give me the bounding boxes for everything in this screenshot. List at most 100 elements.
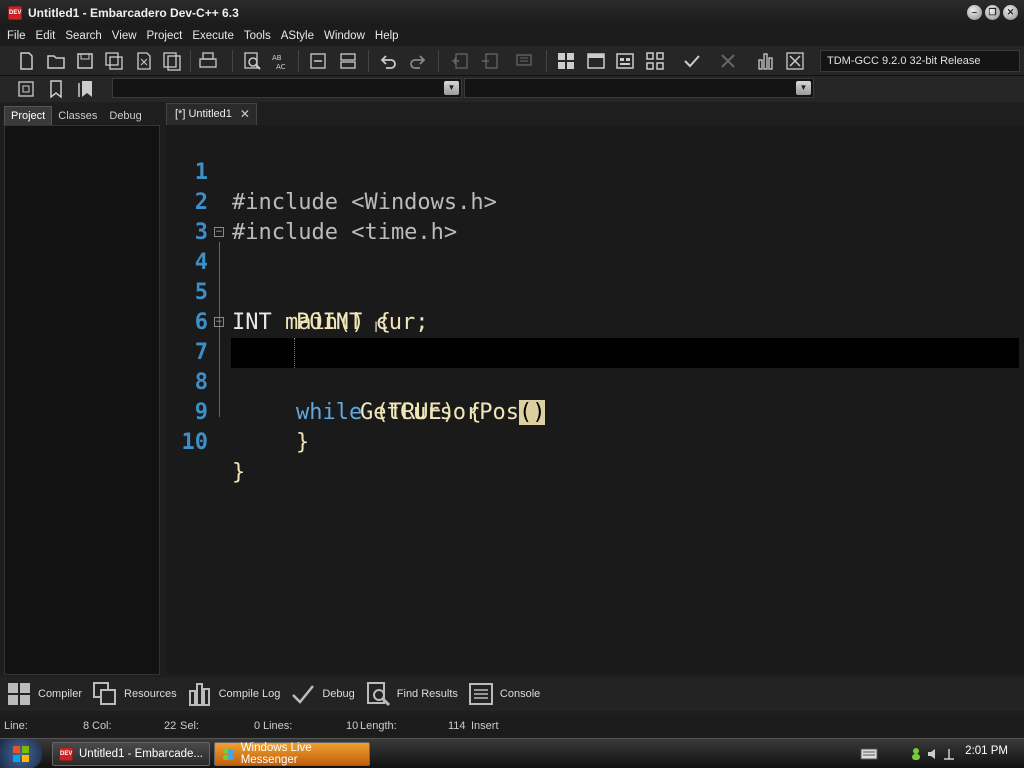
status-length-label: Length: [360, 720, 397, 732]
status-sel-label: Sel: [180, 720, 199, 732]
syntax-check-icon[interactable] [680, 49, 704, 73]
close-file-icon[interactable] [132, 49, 156, 73]
project-options-icon[interactable] [512, 49, 536, 73]
chevron-down-icon[interactable]: ▼ [444, 81, 459, 95]
fold-toggle-icon[interactable]: − [214, 227, 224, 237]
member-combo[interactable]: ▼ [464, 78, 814, 98]
stop-execution-icon[interactable] [716, 49, 740, 73]
close-icon[interactable]: ✕ [240, 107, 250, 121]
menu-execute[interactable]: Execute [187, 30, 239, 42]
tab-compiler[interactable]: Compiler [6, 681, 82, 707]
window-title: Untitled1 - Embarcadero Dev-C++ 6.3 [28, 6, 239, 20]
restore-button[interactable]: ❐ [985, 5, 1000, 20]
status-line-label: Line: [4, 720, 28, 732]
taskbar-messenger[interactable]: Windows Live Messenger [214, 742, 370, 766]
tab-classes[interactable]: Classes [52, 107, 103, 125]
menu-file[interactable]: File [2, 30, 31, 42]
line-number: 7 [194, 340, 208, 365]
taskbar-devcpp[interactable]: DEV Untitled1 - Embarcade... [52, 742, 210, 766]
clock[interactable]: 2:01 PM [965, 745, 1008, 757]
taskbar: DEV Untitled1 - Embarcade... Windows Liv… [0, 738, 1024, 768]
code-line: 5 POINT cur; [166, 248, 1024, 335]
tab-project[interactable]: Project [4, 106, 53, 125]
status-bar: Line: 8 Col: 22 Sel: 0 Lines: 10 Length:… [0, 716, 1024, 736]
rebuild-all-icon[interactable] [643, 49, 667, 73]
menu-astyle[interactable]: AStyle [276, 30, 319, 42]
tab-debug-output[interactable]: Debug [290, 681, 355, 707]
messenger-tray-icon[interactable] [908, 746, 924, 762]
find-icon[interactable] [240, 49, 264, 73]
redo-icon[interactable] [406, 49, 430, 73]
add-to-project-icon[interactable] [448, 49, 472, 73]
menu-search[interactable]: Search [60, 30, 106, 42]
compile-icon[interactable] [554, 49, 578, 73]
devcpp-app-icon: DEV [8, 6, 22, 20]
menu-tools[interactable]: Tools [239, 30, 276, 42]
tab-compile-log[interactable]: Compile Log [187, 681, 280, 707]
code-line: 3 [166, 188, 1024, 245]
code-line: 10 } [166, 398, 1024, 485]
goto-bookmark-icon[interactable] [14, 77, 38, 101]
run-icon[interactable] [584, 49, 608, 73]
tab-resources[interactable]: Resources [92, 681, 177, 707]
left-panel-tabs: Project Classes Debug [0, 103, 165, 125]
undo-icon[interactable] [376, 49, 400, 73]
keyboard-icon[interactable] [860, 745, 878, 763]
tab-console[interactable]: Console [468, 681, 540, 707]
code-line: 7 − while (TRUE) { I [166, 308, 1024, 425]
status-lines-value: 10 [346, 720, 359, 732]
network-icon[interactable] [942, 747, 956, 761]
profile-icon[interactable] [754, 49, 778, 73]
svg-text:AB: AB [272, 54, 282, 62]
tab-label: Console [499, 688, 541, 700]
compile-run-icon[interactable] [613, 49, 637, 73]
toggle-bookmark-icon[interactable] [44, 77, 68, 101]
new-file-icon[interactable] [14, 49, 38, 73]
status-length-value: 114 [448, 720, 466, 732]
compiler-select[interactable]: TDM-GCC 9.2.0 32-bit Release [820, 50, 1020, 72]
close-all-icon[interactable] [160, 49, 184, 73]
code-line: 1 #include <Windows.h> [166, 128, 1024, 215]
volume-icon[interactable] [926, 747, 940, 761]
indent-guide [294, 338, 295, 368]
print-icon[interactable] [196, 49, 220, 73]
start-button[interactable] [0, 739, 42, 768]
status-sel-value: 0 [254, 720, 261, 732]
tab-find-results[interactable]: Find Results [365, 681, 458, 707]
menu-bar: File Edit Search View Project Execute To… [0, 26, 1024, 46]
chevron-down-icon[interactable]: ▼ [796, 81, 811, 95]
open-file-icon[interactable] [44, 49, 68, 73]
class-combo[interactable]: ▼ [112, 78, 462, 98]
toggle-comment-icon[interactable] [336, 49, 360, 73]
close-button[interactable]: ✕ [1003, 5, 1018, 20]
remove-from-project-icon[interactable] [478, 49, 502, 73]
project-browser[interactable] [4, 125, 160, 675]
menu-view[interactable]: View [107, 30, 142, 42]
window-controls: – ❐ ✕ [967, 5, 1018, 20]
bookmarks-icon[interactable] [74, 77, 98, 101]
menu-window[interactable]: Window [319, 30, 370, 42]
menu-edit[interactable]: Edit [31, 30, 61, 42]
menu-help[interactable]: Help [370, 30, 404, 42]
delete-profile-icon[interactable] [783, 49, 807, 73]
status-col-value: 22 [164, 720, 177, 732]
svg-text:AC: AC [276, 63, 286, 71]
text-cursor-icon: I [374, 320, 379, 336]
indent-icon[interactable] [306, 49, 330, 73]
save-all-icon[interactable] [102, 49, 126, 73]
tab-untitled1[interactable]: [*] Untitled1 ✕ [166, 103, 257, 125]
tab-debug[interactable]: Debug [103, 107, 147, 125]
menu-project[interactable]: Project [142, 30, 188, 42]
tab-label: [*] Untitled1 [175, 108, 232, 120]
editor-tabs: [*] Untitled1 ✕ [166, 103, 1024, 125]
main-toolbar: AB AC TDM-GCC 9.2.0 32-bit Release [0, 46, 1024, 76]
code-text: } [296, 430, 310, 455]
debug-check-icon [292, 685, 315, 704]
code-editor[interactable]: 1 #include <Windows.h> 2 #include <time.… [166, 125, 1024, 675]
save-icon[interactable] [73, 49, 97, 73]
replace-icon[interactable]: AB AC [268, 49, 292, 73]
minimize-button[interactable]: – [967, 5, 982, 20]
tab-label: Find Results [396, 688, 458, 700]
fold-toggle-icon[interactable]: − [214, 317, 224, 327]
tab-label: Debug [322, 688, 355, 700]
